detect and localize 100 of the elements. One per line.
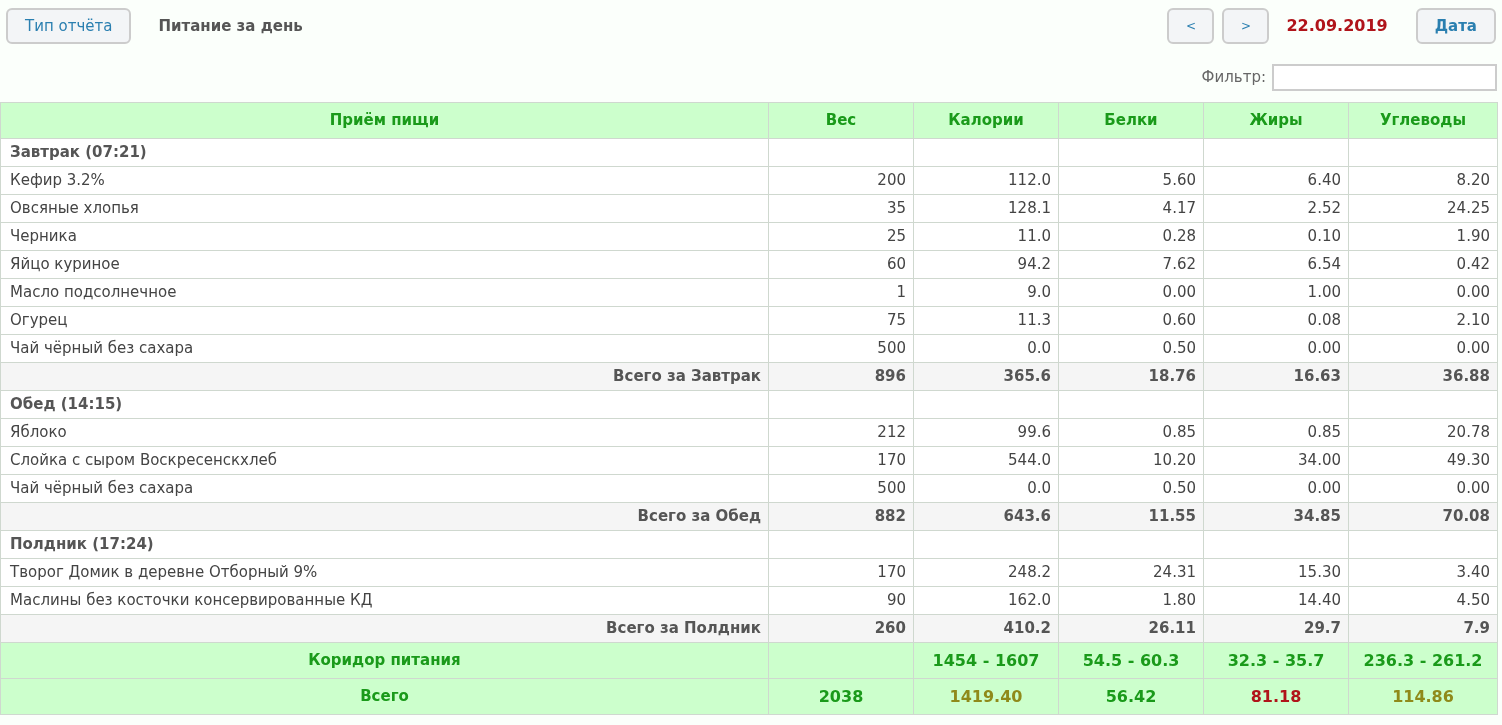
table-cell: 20.78 <box>1348 418 1498 447</box>
grand-total-value: 56.42 <box>1105 686 1157 706</box>
column-header: Вес <box>768 102 914 139</box>
table-cell: 9.0 <box>913 278 1059 307</box>
table-cell: 90 <box>768 586 914 615</box>
table-cell: 6.40 <box>1203 166 1349 195</box>
report-type-button[interactable]: Тип отчёта <box>6 8 132 44</box>
meal-total-cell: 365.6 <box>913 362 1059 391</box>
table-cell: 500 <box>768 474 914 503</box>
table-cell: 170 <box>768 558 914 587</box>
column-header: Калории <box>913 102 1059 139</box>
grand-total-value: 1419.40 <box>949 686 1023 706</box>
column-header: Углеводы <box>1348 102 1498 139</box>
meal-total-cell: 16.63 <box>1203 362 1349 391</box>
food-name: Чай чёрный без сахара <box>0 334 769 363</box>
table-cell: 15.30 <box>1203 558 1349 587</box>
table-cell: 0.00 <box>1348 278 1498 307</box>
table-cell: 11.0 <box>913 222 1059 251</box>
grand-total-value: 2038 <box>818 686 864 706</box>
table-cell: 128.1 <box>913 194 1059 223</box>
meal-total-cell: 260 <box>768 614 914 643</box>
table-cell: 0.00 <box>1348 474 1498 503</box>
table-cell: 3.40 <box>1348 558 1498 587</box>
table-cell: 0.00 <box>1058 278 1204 307</box>
table-cell: 0.50 <box>1058 474 1204 503</box>
food-name: Кефир 3.2% <box>0 166 769 195</box>
table-cell: 0.85 <box>1203 418 1349 447</box>
table-cell: 170 <box>768 446 914 475</box>
next-day-button[interactable]: > <box>1222 8 1270 44</box>
corridor-label: Коридор питания <box>0 642 769 679</box>
meal-total-cell: 896 <box>768 362 914 391</box>
meal-title: Полдник (17:24) <box>0 530 769 559</box>
table-cell: 4.17 <box>1058 194 1204 223</box>
table-cell: 25 <box>768 222 914 251</box>
grand-total-value: 81.18 <box>1250 686 1302 706</box>
corridor-range: 54.5 - 60.3 <box>1058 642 1204 679</box>
table-cell: 14.40 <box>1203 586 1349 615</box>
table-cell: 0.50 <box>1058 334 1204 363</box>
table-cell: 10.20 <box>1058 446 1204 475</box>
table-cell: 200 <box>768 166 914 195</box>
food-name: Масло подсолнечное <box>0 278 769 307</box>
table-cell: 34.00 <box>1203 446 1349 475</box>
food-name: Слойка с сыром Воскресенскхлеб <box>0 446 769 475</box>
table-cell: 0.08 <box>1203 306 1349 335</box>
table-cell: 0.00 <box>1348 334 1498 363</box>
food-name: Овсяные хлопья <box>0 194 769 223</box>
meal-total-cell: 11.55 <box>1058 502 1204 531</box>
corridor-range: 236.3 - 261.2 <box>1348 642 1498 679</box>
date-button[interactable]: Дата <box>1415 8 1496 44</box>
table-cell: 1.00 <box>1203 278 1349 307</box>
table-cell: 7.62 <box>1058 250 1204 279</box>
filter-field[interactable] <box>1272 63 1497 91</box>
meal-total-label: Всего за Полдник <box>0 614 769 643</box>
report-title: Питание за день <box>158 15 303 37</box>
table-cell: 0.28 <box>1058 222 1204 251</box>
table-cell: 75 <box>768 306 914 335</box>
table-cell: 0.0 <box>913 334 1059 363</box>
table-cell: 162.0 <box>913 586 1059 615</box>
table-cell: 1 <box>768 278 914 307</box>
table-cell: 8.20 <box>1348 166 1498 195</box>
meal-total-label: Всего за Обед <box>0 502 769 531</box>
corridor-range: 32.3 - 35.7 <box>1203 642 1349 679</box>
table-cell: 2.10 <box>1348 306 1498 335</box>
table-cell: 0.00 <box>1203 334 1349 363</box>
meal-total-label: Всего за Завтрак <box>0 362 769 391</box>
grand-total-value: 114.86 <box>1392 686 1454 706</box>
table-cell: 1.90 <box>1348 222 1498 251</box>
food-name: Яйцо куриное <box>0 250 769 279</box>
food-name: Маслины без косточки консервированные КД <box>0 586 769 615</box>
table-cell: 60 <box>768 250 914 279</box>
meal-title: Завтрак (07:21) <box>0 138 769 167</box>
table-cell: 4.50 <box>1348 586 1498 615</box>
table-cell: 6.54 <box>1203 250 1349 279</box>
date-text: 22.09.2019 <box>1286 15 1388 37</box>
table-cell: 49.30 <box>1348 446 1498 475</box>
meal-total-cell: 29.7 <box>1203 614 1349 643</box>
previous-day-button[interactable]: < <box>1167 8 1215 44</box>
table-cell: 2.52 <box>1203 194 1349 223</box>
table-cell: 0.0 <box>913 474 1059 503</box>
column-header: Жиры <box>1203 102 1349 139</box>
column-header: Белки <box>1058 102 1204 139</box>
filter-label: Фильтр: <box>1201 66 1266 88</box>
table-cell: 0.00 <box>1203 474 1349 503</box>
food-name: Яблоко <box>0 418 769 447</box>
table-cell: 544.0 <box>913 446 1059 475</box>
table-cell: 500 <box>768 334 914 363</box>
meal-title: Обед (14:15) <box>0 390 769 419</box>
food-name: Творог Домик в деревне Отборный 9% <box>0 558 769 587</box>
meal-total-cell: 882 <box>768 502 914 531</box>
table-cell: 212 <box>768 418 914 447</box>
table-cell: 112.0 <box>913 166 1059 195</box>
table-cell: 99.6 <box>913 418 1059 447</box>
table-cell: 35 <box>768 194 914 223</box>
food-name: Черника <box>0 222 769 251</box>
table-cell: 94.2 <box>913 250 1059 279</box>
table-cell: 5.60 <box>1058 166 1204 195</box>
meal-total-cell: 18.76 <box>1058 362 1204 391</box>
meal-total-cell: 643.6 <box>913 502 1059 531</box>
meal-total-cell: 70.08 <box>1348 502 1498 531</box>
meal-total-cell: 7.9 <box>1348 614 1498 643</box>
